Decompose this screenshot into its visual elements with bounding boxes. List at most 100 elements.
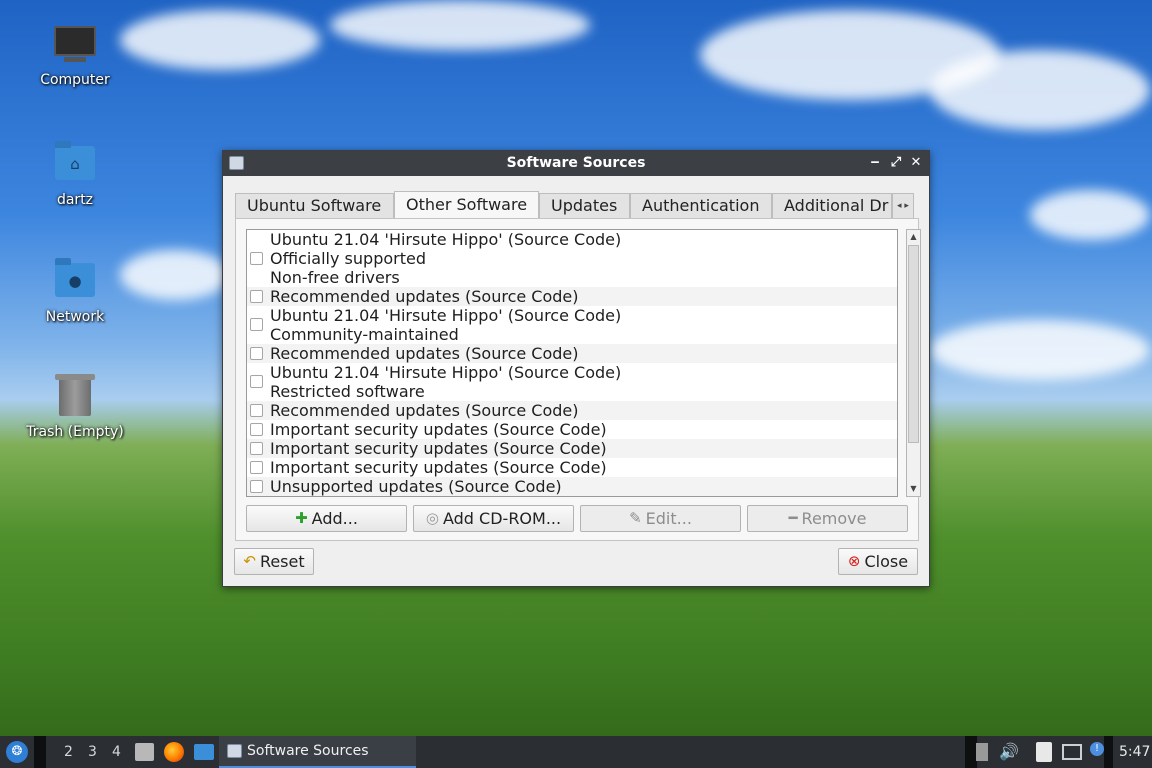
desktop-icon-trash[interactable]: Trash (Empty) xyxy=(20,374,130,440)
desktop-icon-label: Trash (Empty) xyxy=(26,424,124,440)
start-menu-icon[interactable]: ❂ xyxy=(6,741,28,763)
list-item[interactable]: Recommended updates (Source Code) xyxy=(247,401,897,420)
edit-button-label: Edit... xyxy=(645,509,692,528)
source-checkbox[interactable] xyxy=(250,423,263,436)
cloud xyxy=(930,50,1150,130)
sources-list[interactable]: Ubuntu 21.04 'Hirsute Hippo' (Source Cod… xyxy=(246,229,898,497)
minimize-button[interactable]: ‒ xyxy=(866,154,884,172)
undo-icon: ↶ xyxy=(243,552,256,570)
network-folder-icon: ● xyxy=(55,258,95,297)
minus-icon: ━ xyxy=(788,509,798,527)
list-item-text: Important security updates (Source Code) xyxy=(270,458,607,477)
desktop-icon-computer[interactable]: Computer xyxy=(20,22,130,88)
list-item[interactable]: Important security updates (Source Code) xyxy=(247,420,897,439)
list-item: Restricted software xyxy=(247,382,897,401)
add-button[interactable]: ✚ Add... xyxy=(246,505,407,532)
list-item-text: Restricted software xyxy=(270,382,425,401)
desktop-icon-label: Computer xyxy=(40,72,110,88)
list-item[interactable]: Recommended updates (Source Code) xyxy=(247,344,897,363)
tab-additional-drivers[interactable]: Additional Dr xyxy=(772,193,892,219)
separator xyxy=(34,736,46,768)
close-circle-icon: ⊗ xyxy=(847,552,861,570)
list-item-text: Community-maintained xyxy=(270,325,459,344)
list-item-text: Recommended updates (Source Code) xyxy=(270,287,579,306)
home-folder-icon: ⌂ xyxy=(55,141,95,180)
list-item-text: Important security updates (Source Code) xyxy=(270,439,607,458)
reset-button[interactable]: ↶ Reset xyxy=(234,548,314,575)
list-item[interactable]: Ubuntu 21.04 'Hirsute Hippo' (Source Cod… xyxy=(247,306,897,331)
desktop-icon-home[interactable]: ⌂ dartz xyxy=(20,140,130,208)
desktop-icon[interactable] xyxy=(194,744,214,760)
volume-icon[interactable]: 🔊 xyxy=(999,736,1019,768)
list-item[interactable]: Unsupported updates (Source Code) xyxy=(247,477,897,496)
scroll-thumb[interactable] xyxy=(908,245,919,443)
add-button-label: Add... xyxy=(311,509,358,528)
firefox-icon[interactable] xyxy=(164,742,184,762)
computer-icon xyxy=(54,26,96,56)
list-item-text: Ubuntu 21.04 'Hirsute Hippo' (Source Cod… xyxy=(270,306,622,325)
network-status-icon[interactable] xyxy=(976,743,988,761)
tab-ubuntu-software[interactable]: Ubuntu Software xyxy=(235,193,394,219)
close-button-label: Close xyxy=(864,552,909,571)
cloud xyxy=(1030,190,1150,240)
taskbar-task-software-sources[interactable]: Software Sources xyxy=(219,736,416,768)
list-item: Non-free drivers xyxy=(247,268,897,287)
list-item-text: Important security updates (Source Code) xyxy=(270,420,607,439)
add-cdrom-button[interactable]: ◎ Add CD-ROM... xyxy=(413,505,574,532)
desktop-icon-label: Network xyxy=(45,309,105,325)
update-notifier-icon[interactable]: ! xyxy=(1090,742,1104,756)
source-checkbox[interactable] xyxy=(250,404,263,417)
taskbar: ❂ 2 3 4 Software Sources 🔊 ! 5:47 xyxy=(0,736,1152,768)
workspace-3[interactable]: 3 xyxy=(88,736,97,768)
list-item[interactable]: Important security updates (Source Code) xyxy=(247,458,897,477)
cloud xyxy=(120,10,320,70)
list-item[interactable]: Important security updates (Source Code) xyxy=(247,439,897,458)
reset-button-label: Reset xyxy=(259,552,305,571)
tab-authentication[interactable]: Authentication xyxy=(630,193,772,219)
source-checkbox[interactable] xyxy=(250,480,263,493)
file-manager-icon[interactable] xyxy=(135,743,154,761)
source-checkbox[interactable] xyxy=(250,252,263,265)
close-button[interactable]: ⊗ Close xyxy=(838,548,918,575)
tab-bar: Ubuntu Software Other Software Updates A… xyxy=(235,191,917,220)
separator xyxy=(1104,736,1113,768)
workspace-4[interactable]: 4 xyxy=(112,736,121,768)
cdrom-icon: ◎ xyxy=(425,509,439,527)
source-checkbox[interactable] xyxy=(250,347,263,360)
window-title: Software Sources xyxy=(506,155,646,171)
list-item-text: Recommended updates (Source Code) xyxy=(270,401,579,420)
edit-button[interactable]: ✎ Edit... xyxy=(580,505,741,532)
scroll-up-arrow[interactable]: ▲ xyxy=(907,230,920,244)
trash-icon xyxy=(55,374,95,416)
cloud xyxy=(930,320,1150,380)
close-window-button[interactable]: ✕ xyxy=(907,154,925,172)
software-sources-window: Software Sources ‒ ⤢ ✕ Ubuntu Software O… xyxy=(222,150,930,587)
remove-button[interactable]: ━ Remove xyxy=(747,505,908,532)
list-item-text: Recommended updates (Source Code) xyxy=(270,344,579,363)
list-item[interactable]: Ubuntu 21.04 'Hirsute Hippo' (Source Cod… xyxy=(247,363,897,388)
display-icon[interactable] xyxy=(1062,744,1082,760)
task-label: Software Sources xyxy=(247,743,369,759)
source-checkbox[interactable] xyxy=(250,290,263,303)
source-checkbox[interactable] xyxy=(250,461,263,474)
list-item: Community-maintained xyxy=(247,325,897,344)
workspace-2[interactable]: 2 xyxy=(64,736,73,768)
maximize-button[interactable]: ⤢ xyxy=(887,154,905,172)
clipboard-icon[interactable] xyxy=(1036,742,1052,762)
source-checkbox[interactable] xyxy=(250,442,263,455)
clock[interactable]: 5:47 xyxy=(1119,736,1150,768)
tab-scroll-arrows[interactable]: ◂ ▸ xyxy=(892,193,914,219)
desktop-icon-network[interactable]: ● Network xyxy=(20,257,130,325)
titlebar[interactable]: Software Sources ‒ ⤢ ✕ xyxy=(223,151,929,176)
cloud xyxy=(330,0,590,50)
scroll-down-arrow[interactable]: ▼ xyxy=(907,482,920,496)
list-scrollbar[interactable]: ▲ ▼ xyxy=(906,229,921,497)
list-item-text: Ubuntu 21.04 'Hirsute Hippo' (Source Cod… xyxy=(270,363,622,382)
list-item-text: Non-free drivers xyxy=(270,268,400,287)
tab-other-software[interactable]: Other Software xyxy=(394,191,539,220)
tab-updates[interactable]: Updates xyxy=(539,193,630,219)
list-item[interactable]: Recommended updates (Source Code) xyxy=(247,287,897,306)
list-item[interactable]: Officially supported xyxy=(247,249,897,268)
software-sources-icon xyxy=(227,744,242,758)
tab-panel: Ubuntu 21.04 'Hirsute Hippo' (Source Cod… xyxy=(235,218,921,541)
